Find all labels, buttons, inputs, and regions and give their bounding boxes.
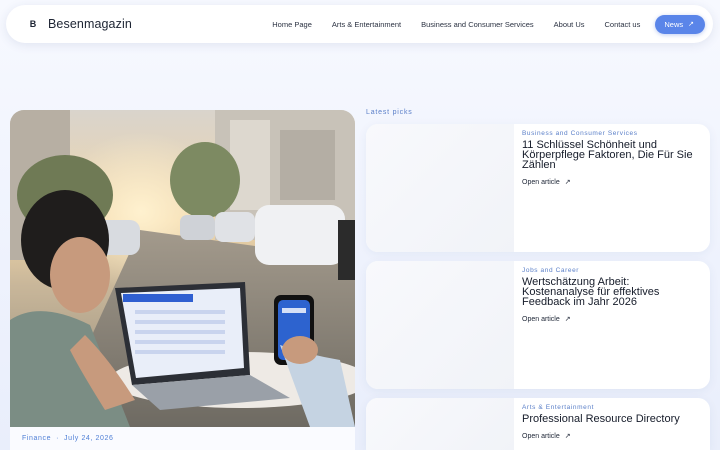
pick-card-thumbnail[interactable] [366, 398, 514, 450]
open-article-link[interactable]: Open article ↗ [522, 178, 702, 187]
arrow-up-right-icon: ↗ [564, 179, 571, 186]
brand-name[interactable]: Besenmagazin [48, 17, 132, 31]
pick-card-category[interactable]: Business and Consumer Services [522, 130, 702, 137]
featured-article[interactable]: Finance · July 24, 2026 [10, 110, 355, 450]
pick-card-category[interactable]: Arts & Entertainment [522, 404, 702, 411]
pick-card-title[interactable]: Professional Resource Directory [522, 414, 702, 425]
pick-card-body: Arts & Entertainment Professional Resour… [514, 398, 710, 450]
arrow-up-right-icon: ↗ [564, 316, 571, 323]
featured-article-image[interactable] [10, 110, 355, 427]
top-navbar: B Besenmagazin Home Page Arts & Entertai… [6, 5, 713, 43]
pick-card-title[interactable]: Wertschätzung Arbeit: Kostenanalyse für … [522, 277, 702, 308]
pick-card-thumbnail[interactable] [366, 261, 514, 389]
brand-logo-icon[interactable]: B [24, 15, 42, 33]
pick-card[interactable]: Jobs and Career Wertschätzung Arbeit: Ko… [366, 261, 710, 389]
pick-card[interactable]: Business and Consumer Services 11 Schlüs… [366, 124, 710, 252]
featured-article-date: July 24, 2026 [64, 435, 114, 442]
arrow-up-right-icon: ↗ [688, 21, 694, 28]
open-article-link[interactable]: Open article ↗ [522, 315, 702, 324]
nav-link-arts-entertainment[interactable]: Arts & Entertainment [322, 20, 411, 29]
nav-links: Home Page Arts & Entertainment Business … [262, 14, 705, 34]
nav-link-contact-us[interactable]: Contact us [595, 20, 651, 29]
open-article-label: Open article [522, 315, 560, 323]
nav-link-home[interactable]: Home Page [262, 20, 322, 29]
pick-card-category[interactable]: Jobs and Career [522, 267, 702, 274]
featured-article-category[interactable]: Finance [22, 435, 51, 442]
pick-card-title[interactable]: 11 Schlüssel Schönheit und Körperpflege … [522, 140, 702, 171]
pick-card-body: Business and Consumer Services 11 Schlüs… [514, 124, 710, 252]
latest-picks-heading: Latest picks [366, 109, 413, 116]
news-button-label: News [664, 19, 684, 29]
open-article-label: Open article [522, 178, 560, 186]
pick-card-body: Jobs and Career Wertschätzung Arbeit: Ko… [514, 261, 710, 389]
nav-link-about-us[interactable]: About Us [544, 20, 595, 29]
featured-article-meta: Finance · July 24, 2026 [22, 435, 114, 442]
open-article-link[interactable]: Open article ↗ [522, 432, 702, 441]
pick-card[interactable]: Arts & Entertainment Professional Resour… [366, 398, 710, 450]
news-button[interactable]: News ↗ [655, 14, 705, 34]
meta-separator: · [56, 435, 60, 442]
nav-link-business-consumer-services[interactable]: Business and Consumer Services [411, 20, 544, 29]
arrow-up-right-icon: ↗ [564, 433, 571, 440]
open-article-label: Open article [522, 432, 560, 440]
pick-card-thumbnail[interactable] [366, 124, 514, 252]
